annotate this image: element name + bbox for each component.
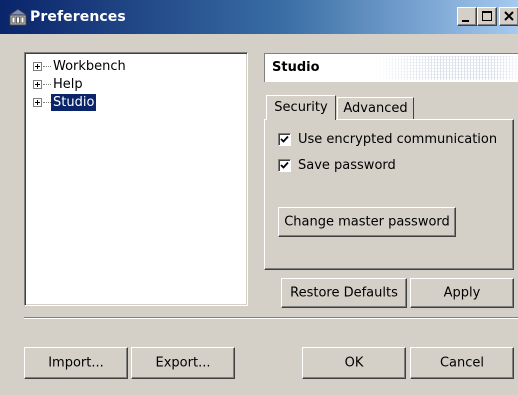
tree-connector xyxy=(43,84,51,85)
tree-item-label: Help xyxy=(53,77,83,92)
minimize-button[interactable] xyxy=(457,7,477,26)
use-encrypted-communication-checkbox[interactable] xyxy=(278,133,291,146)
preferences-window: Preferences Workbench Help Studio Studio… xyxy=(0,0,518,395)
window-title: Preferences xyxy=(30,9,126,25)
close-icon xyxy=(504,11,514,21)
expand-icon[interactable] xyxy=(33,98,42,107)
button-label: OK xyxy=(344,355,364,371)
tree-connector xyxy=(43,102,51,103)
button-label: Import... xyxy=(48,355,104,371)
title-bar[interactable]: Preferences xyxy=(0,0,518,34)
preferences-icon xyxy=(7,7,29,27)
close-button[interactable] xyxy=(499,7,518,26)
maximize-icon xyxy=(482,11,492,21)
page-title: Studio xyxy=(272,60,320,75)
checkmark-icon xyxy=(280,161,289,169)
button-label: Export... xyxy=(155,355,211,371)
save-password-checkbox[interactable] xyxy=(278,159,291,172)
page-header: Studio xyxy=(264,53,518,82)
button-label: Cancel xyxy=(439,355,485,371)
button-label: Restore Defaults xyxy=(290,285,398,301)
checkmark-icon xyxy=(280,135,289,143)
apply-button[interactable]: Apply xyxy=(410,278,514,308)
tree-item-label: Workbench xyxy=(53,59,126,74)
restore-defaults-button[interactable]: Restore Defaults xyxy=(281,278,407,308)
separator xyxy=(24,317,518,319)
tab-advanced[interactable]: Advanced xyxy=(337,97,414,119)
tab-label: Advanced xyxy=(343,101,408,116)
expand-icon[interactable] xyxy=(33,62,42,71)
maximize-button[interactable] xyxy=(477,7,497,26)
tab-label: Security xyxy=(274,100,328,115)
expand-icon[interactable] xyxy=(33,80,42,89)
tree-connector xyxy=(43,66,51,67)
tree-item-label: Studio xyxy=(51,94,97,111)
button-label: Change master password xyxy=(284,214,450,230)
change-master-password-button[interactable]: Change master password xyxy=(278,207,456,237)
minimize-icon xyxy=(462,20,469,22)
preference-tree[interactable]: Workbench Help Studio xyxy=(24,52,248,306)
export-button[interactable]: Export... xyxy=(131,347,235,379)
button-label: Apply xyxy=(443,285,481,301)
checkbox-label: Use encrypted communication xyxy=(298,132,498,147)
cancel-button[interactable]: Cancel xyxy=(410,347,514,379)
import-button[interactable]: Import... xyxy=(24,347,128,379)
ok-button[interactable]: OK xyxy=(302,347,406,379)
checkbox-label: Save password xyxy=(298,158,396,173)
header-decoration xyxy=(375,56,518,80)
tab-security[interactable]: Security xyxy=(266,95,336,120)
